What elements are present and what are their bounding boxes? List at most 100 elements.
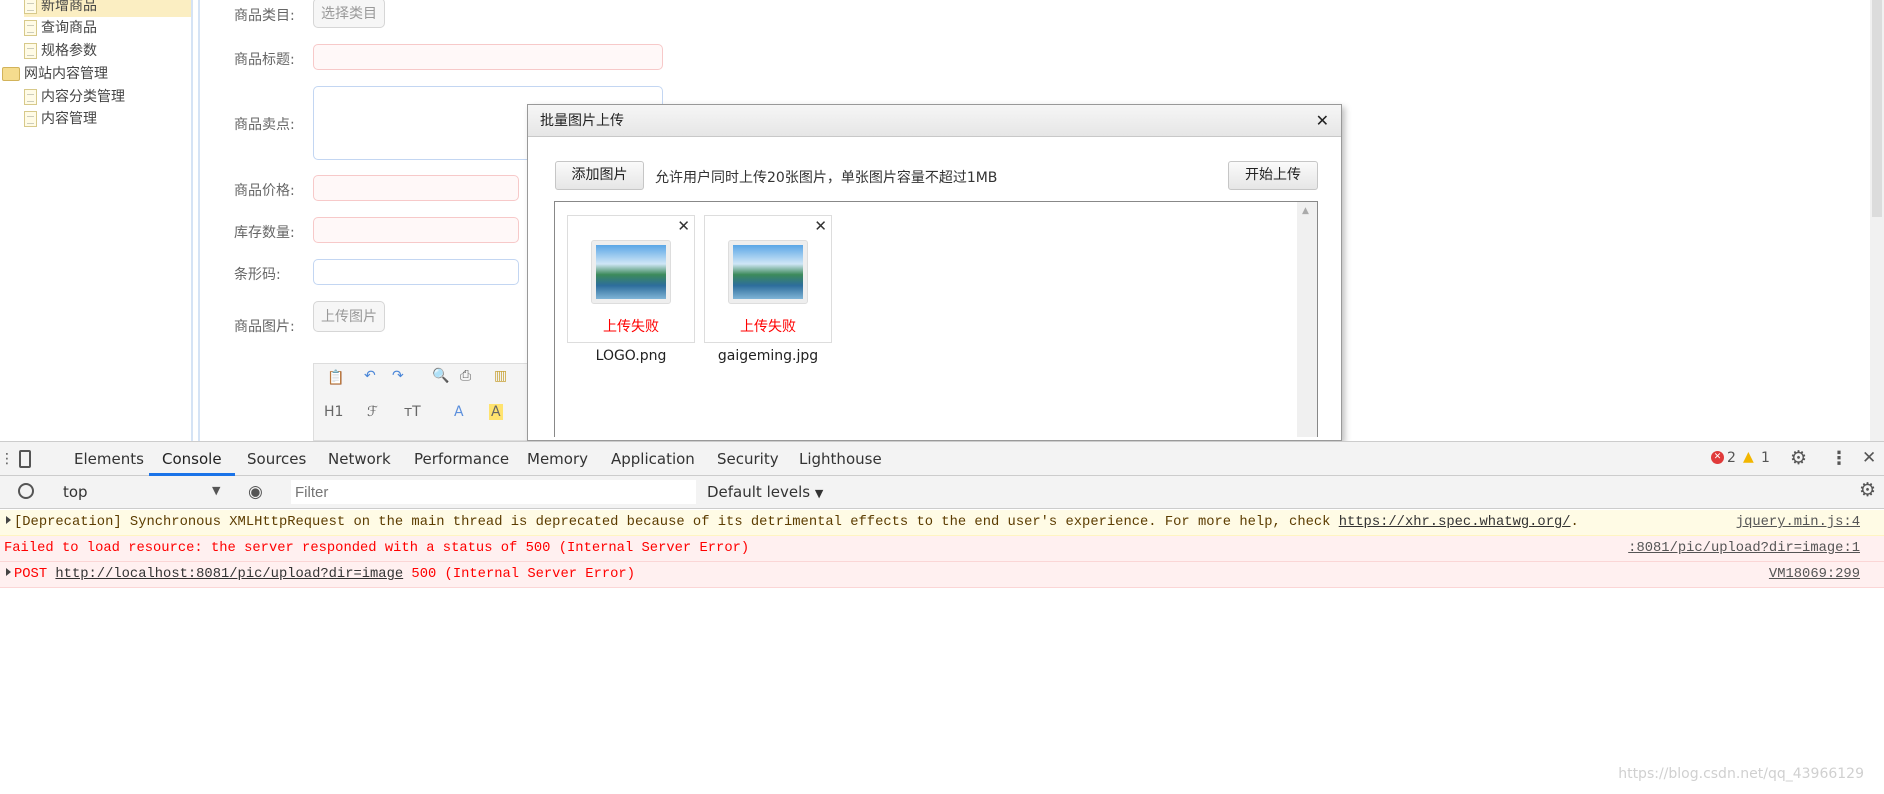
filter-input[interactable] — [291, 480, 696, 504]
message-source-link[interactable]: :8081/pic/upload?dir=image:1 — [1628, 536, 1860, 562]
start-upload-button[interactable]: 开始上传 — [1228, 161, 1318, 190]
tab-network[interactable]: Network — [326, 442, 393, 476]
devtools-panel: ⋮ Elements Console Sources Network Perfo… — [0, 441, 1884, 794]
scroll-up-icon[interactable]: ▲ — [1302, 206, 1309, 216]
stock-input[interactable] — [313, 217, 519, 243]
upload-image-button[interactable]: 上传图片 — [313, 301, 385, 332]
upload-hint: 允许用户同时上传20张图片，单张图片容量不超过1MB — [655, 170, 998, 186]
console-message-error: Failed to load resource: the server resp… — [0, 536, 1884, 562]
expand-triangle-icon[interactable] — [6, 516, 11, 524]
preview-icon[interactable]: 🔍 — [432, 368, 449, 384]
sidebar-item-label: 查询商品 — [41, 20, 97, 36]
file-list: ✕ 上传失败 LOGO.png ✕ 上传失败 gaigeming.jpg ▲ — [554, 201, 1318, 437]
file-status: 上传失败 — [603, 319, 659, 335]
remove-file-icon[interactable]: ✕ — [814, 217, 827, 235]
close-devtools-icon[interactable]: ✕ — [1862, 448, 1876, 468]
rich-text-editor-toolbar: 📋 ↶ ↷ 🔍 ⎙ ▥ H1 ℱ тT A A — [313, 363, 528, 441]
select-category-button[interactable]: 选择类目 — [313, 0, 385, 28]
file-name: LOGO.png — [595, 348, 667, 364]
error-icon[interactable]: ✕ — [1711, 451, 1724, 464]
settings-gear-icon[interactable]: ⚙ — [1790, 447, 1807, 469]
tab-security[interactable]: Security — [715, 442, 781, 476]
scrollbar-thumb[interactable] — [1872, 0, 1882, 217]
console-settings-gear-icon[interactable]: ⚙ — [1859, 479, 1876, 501]
sellpoint-label: 商品卖点: — [234, 117, 295, 133]
sidebar-item-label: 规格参数 — [41, 43, 97, 59]
context-selector[interactable]: top — [63, 483, 88, 501]
category-label: 商品类目: — [234, 8, 295, 24]
tab-performance[interactable]: Performance — [412, 442, 511, 476]
tab-console[interactable]: Console — [149, 442, 235, 476]
tab-elements[interactable]: Elements — [72, 442, 146, 476]
console-message-warning: [Deprecation] Synchronous XMLHttpRequest… — [0, 510, 1884, 536]
message-link[interactable]: https://xhr.spec.whatwg.org/ — [1339, 515, 1571, 530]
remove-file-icon[interactable]: ✕ — [677, 217, 690, 235]
dropdown-arrow-icon: ▼ — [814, 487, 824, 500]
document-icon — [24, 111, 37, 127]
devtools-tab-bar: ⋮ Elements Console Sources Network Perfo… — [0, 442, 1884, 476]
tab-application[interactable]: Application — [609, 442, 697, 476]
error-count[interactable]: 2 — [1727, 450, 1736, 466]
add-image-button[interactable]: 添加图片 — [555, 161, 644, 190]
file-status: 上传失败 — [740, 319, 796, 335]
eye-icon[interactable]: ◉ — [248, 482, 263, 502]
log-levels-label: Default levels — [707, 483, 811, 501]
stock-label: 库存数量: — [234, 225, 295, 241]
undo-icon[interactable]: ↶ — [364, 368, 376, 384]
print-icon[interactable]: ⎙ — [460, 368, 471, 384]
close-icon[interactable]: ✕ — [1316, 105, 1329, 137]
document-icon — [24, 43, 37, 59]
document-icon — [24, 89, 37, 105]
sidebar-item-content[interactable]: 内容管理 — [24, 108, 97, 130]
chevron-down-icon[interactable]: ▼ — [212, 484, 220, 497]
message-source-link[interactable]: jquery.min.js:4 — [1736, 510, 1860, 536]
console-toolbar: top ▼ ◉ Default levels ▼ ⚙ — [0, 476, 1884, 509]
message-text: POST — [14, 567, 56, 582]
warning-icon[interactable]: ▲ — [1743, 449, 1754, 465]
folder-icon — [2, 67, 20, 81]
inspect-icon[interactable]: ⋮ — [0, 451, 14, 467]
font-size-button[interactable]: тT — [404, 404, 421, 420]
document-icon — [24, 0, 37, 14]
tab-memory[interactable]: Memory — [525, 442, 590, 476]
device-toolbar-icon[interactable] — [19, 450, 31, 468]
message-link[interactable]: http://localhost:8081/pic/upload?dir=ima… — [55, 567, 403, 582]
batch-upload-dialog: 批量图片上传 ✕ 添加图片 允许用户同时上传20张图片，单张图片容量不超过1MB… — [527, 104, 1342, 441]
sidebar-tree: 新增商品 查询商品 规格参数 网站内容管理 内容分类管理 内容管理 — [0, 0, 193, 441]
file-list-scrollbar[interactable]: ▲ — [1297, 202, 1317, 437]
heading-button[interactable]: H1 — [324, 404, 343, 420]
image-placeholder-icon — [591, 240, 671, 304]
price-input[interactable] — [313, 175, 519, 201]
sidebar-item-add-product[interactable]: 新增商品 — [24, 0, 191, 17]
title-input[interactable] — [313, 44, 663, 70]
watermark: https://blog.csdn.net/qq_43966129 — [1618, 766, 1864, 782]
log-levels-dropdown[interactable]: Default levels ▼ — [707, 483, 823, 501]
more-options-icon[interactable]: ⋮ — [1830, 448, 1848, 469]
file-item: ✕ 上传失败 gaigeming.jpg — [704, 215, 832, 364]
sidebar-item-spec-params[interactable]: 规格参数 — [24, 40, 97, 62]
clear-console-icon[interactable] — [18, 483, 34, 499]
template-icon[interactable]: ▥ — [494, 368, 507, 384]
barcode-input[interactable] — [313, 259, 519, 285]
image-label: 商品图片: — [234, 319, 295, 335]
barcode-label: 条形码: — [234, 267, 281, 283]
page-scrollbar[interactable] — [1870, 0, 1884, 441]
message-suffix: . — [1570, 515, 1579, 530]
back-color-button[interactable]: A — [489, 404, 503, 420]
tab-lighthouse[interactable]: Lighthouse — [797, 442, 884, 476]
sidebar-item-content-category[interactable]: 内容分类管理 — [24, 86, 125, 108]
redo-icon[interactable]: ↷ — [392, 368, 404, 384]
font-family-button[interactable]: ℱ — [367, 404, 378, 420]
sidebar-item-content-management-folder[interactable]: 网站内容管理 — [2, 63, 108, 85]
paste-icon[interactable]: 📋 — [327, 370, 344, 386]
tab-sources[interactable]: Sources — [245, 442, 308, 476]
message-text: Failed to load resource: the server resp… — [4, 541, 750, 556]
warning-count[interactable]: 1 — [1761, 450, 1770, 466]
sidebar-item-label: 内容管理 — [41, 111, 97, 127]
sidebar-item-query-product[interactable]: 查询商品 — [24, 17, 97, 39]
fore-color-button[interactable]: A — [454, 404, 464, 420]
message-source-link[interactable]: VM18069:299 — [1769, 562, 1860, 588]
expand-triangle-icon[interactable] — [6, 568, 11, 576]
image-placeholder-icon — [728, 240, 808, 304]
document-icon — [24, 20, 37, 36]
